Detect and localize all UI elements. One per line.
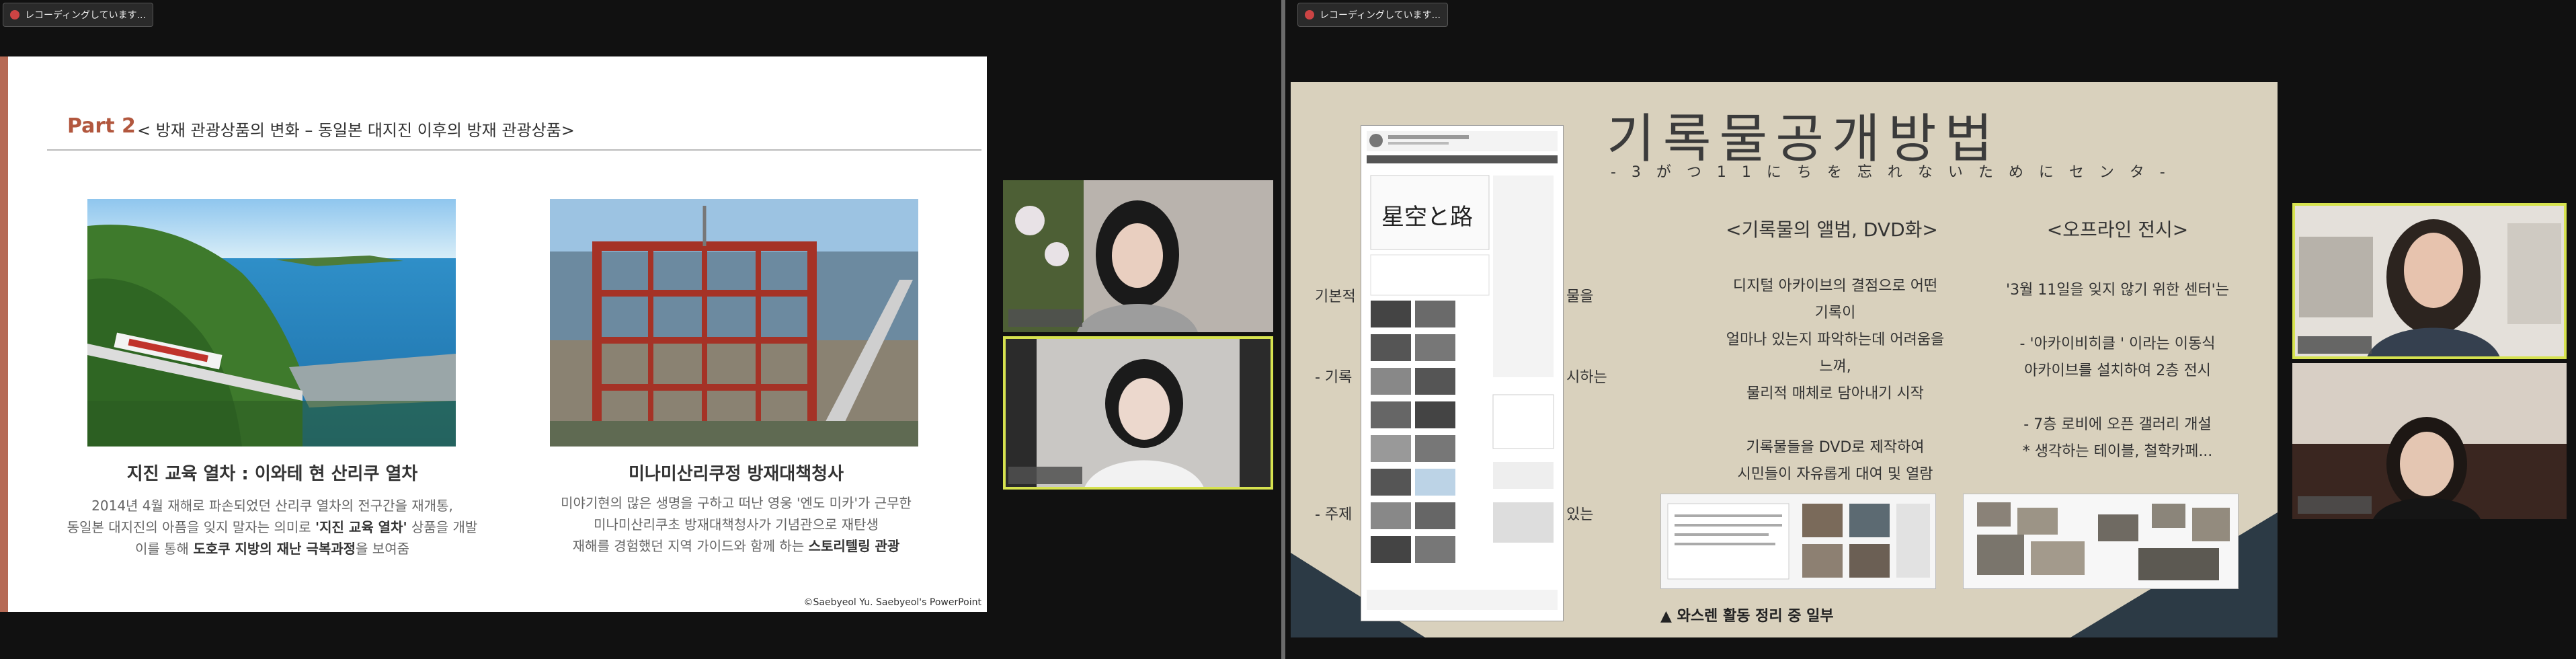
participant-3-namebar — [2298, 336, 2372, 354]
shared-slide: Part 2 < 방재 관광상품의 변화 – 동일본 대지진 이후의 방재 관광… — [0, 56, 987, 612]
calligraphy-text: 星空と路 — [1381, 204, 1473, 231]
recording-label: レコーディングしています... — [1320, 10, 1441, 21]
item1-line3: 이를 통해 도호쿠 지방의 재난 극복과정을 보여줌 — [135, 541, 409, 557]
item1-description: 2014년 4월 재해로 파손되었던 산리쿠 열차의 전구간을 재개통, 동일본… — [47, 495, 497, 559]
recording-icon — [1305, 10, 1314, 20]
participant-video-3-active[interactable] — [2292, 203, 2567, 359]
item2-line3: 재해를 경험했던 지역 가이드와 함께 하는 스토리텔링 관광 — [572, 538, 900, 554]
participant-4-namebar — [2298, 496, 2372, 514]
slide-part-label: Part 2 — [67, 114, 136, 138]
col1-body: 디지털 아카이브의 결점으로 어떤 기록이 얼마나 있는지 파악하는데 어려움을… — [1726, 278, 1945, 483]
col1-heading: <기록물의 앨범, DVD화> — [1726, 219, 1938, 241]
participant-1-namebar — [1008, 309, 1082, 327]
col1-thumbnail — [1660, 494, 1936, 589]
slide-subtitle: - 3 が つ 1 1 に ち を 忘 れ な い た め に セ ン タ - — [1611, 164, 2171, 181]
participant-video-2-active[interactable] — [1003, 336, 1273, 490]
recording-icon — [10, 10, 19, 20]
recording-indicator-right: レコーディングしています... — [1297, 3, 1448, 27]
train-photo — [87, 199, 456, 447]
item2-line2: 미나미산리쿠초 방재대책청사가 기념관으로 재탄생 — [594, 516, 879, 533]
recording-label: レコーディングしています... — [25, 10, 146, 21]
participant-video-1[interactable] — [1003, 180, 1273, 332]
item2-line1: 미야기현의 많은 생명을 구하고 떠난 영웅 '엔도 미카'가 근무한 — [561, 495, 912, 511]
item2-title: 미나미산리쿠정 방재대책청사 — [628, 464, 844, 484]
left-share-pane: レコーディングしています... Part 2 < 방재 관광상품의 변화 – 동… — [0, 0, 1281, 659]
disaster-building-photo — [550, 199, 918, 447]
slide-subtitle: < 방재 관광상품의 변화 – 동일본 대지진 이후의 방재 관광상품> — [137, 121, 575, 140]
col2-body: '3월 11일을 잊지 않기 위한 센터'는 - '아카이비히클 ' 이라는 이… — [2006, 282, 2229, 460]
col2-thumbnail — [1963, 494, 2239, 589]
website-screenshot: 星空と路 — [1361, 125, 1564, 621]
item1-title: 지진 교육 열차 : 이와테 현 산리쿠 열차 — [126, 464, 418, 484]
item2-description: 미야기현의 많은 생명을 구하고 떠난 영웅 '엔도 미카'가 근무한 미나미산… — [511, 492, 961, 557]
bottom-caption: ▲ 와스렌 활동 정리 중 일부 — [1660, 608, 1834, 625]
participant-video-4[interactable] — [2292, 363, 2567, 519]
participant-2-namebar — [1008, 467, 1082, 484]
slide-accent-bar — [0, 56, 8, 612]
col2-heading: <오프라인 전시> — [2046, 219, 2189, 241]
slide-credit: ©Saebyeol Yu. Saebyeol's PowerPoint — [803, 597, 982, 608]
item1-line1: 2014년 4월 재해로 파손되었던 산리쿠 열차의 전구간을 재개통, — [91, 498, 453, 514]
col0-text-right: 물을 시하는 있는 — [1566, 288, 1607, 523]
item1-line2: 동일본 대지진의 아픔을 잊지 말자는 의미로 '지진 교육 열차' 상품을 개… — [67, 519, 478, 535]
shared-slide-right: 기록물공개방법 - 3 が つ 1 1 に ち を 忘 れ な い た め に … — [1291, 82, 2278, 637]
slide-divider — [47, 149, 981, 151]
recording-indicator: レコーディングしています... — [3, 3, 153, 27]
